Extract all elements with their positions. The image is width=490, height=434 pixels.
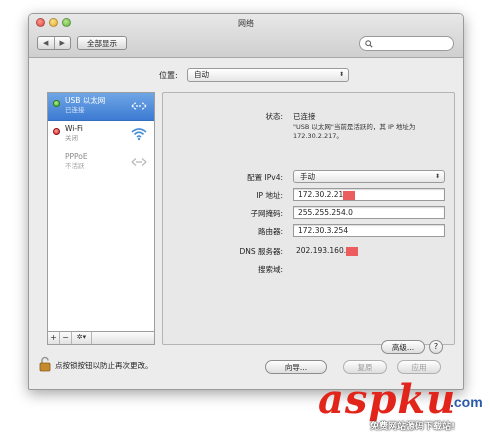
revert-button[interactable]: 复原 xyxy=(343,360,387,374)
status-dot-icon xyxy=(53,128,60,135)
redaction-mark xyxy=(343,190,356,200)
ip-address-label: IP 地址: xyxy=(256,191,283,200)
ip-address-value: 172.30.2.21 xyxy=(298,190,344,199)
search-icon xyxy=(365,39,373,48)
ethernet-arrows-icon xyxy=(131,155,147,169)
watermark-brand: aspku xyxy=(318,376,457,423)
router-field[interactable]: 172.30.3.254 xyxy=(293,224,445,237)
title-bar: 网络 ◀ ▶ 全部显示 xyxy=(29,14,463,58)
ethernet-arrows-icon xyxy=(131,99,147,113)
forward-button[interactable]: ▶ xyxy=(53,37,71,49)
status-value: 已连接 xyxy=(293,112,316,121)
redaction-mark xyxy=(346,246,359,256)
lock-hint-text: 点按锁按钮以防止再次更改。 xyxy=(55,361,153,370)
show-all-button[interactable]: 全部显示 xyxy=(77,36,127,50)
window-title: 网络 xyxy=(238,19,254,28)
add-service-button[interactable]: + xyxy=(48,332,60,344)
status-note: "USB 以太网"当前是活跃的，其 IP 地址为 172.30.2.217。 xyxy=(293,123,416,140)
location-value: 自动 xyxy=(194,70,209,79)
search-domains-label: 搜索域: xyxy=(257,265,283,274)
service-item-wifi[interactable]: Wi-Fi 关闭 xyxy=(48,121,154,149)
service-list: USB 以太网 已连接 Wi-Fi 关闭 PPPoE 不活跃 xyxy=(47,92,155,332)
advanced-button[interactable]: 高级... xyxy=(381,340,425,354)
configure-ipv4-select[interactable]: 手动 ⬍ xyxy=(293,170,445,183)
dns-server-label: DNS 服务器: xyxy=(239,247,283,256)
router-value: 172.30.3.254 xyxy=(298,226,349,235)
status-dot-icon xyxy=(53,100,60,107)
select-arrows-icon: ⬍ xyxy=(338,71,344,78)
status-label: 状态: xyxy=(265,112,283,121)
back-button[interactable]: ◀ xyxy=(38,37,54,49)
watermark-tagline: 免费网站源码下载站! xyxy=(370,422,456,432)
router-label: 路由器: xyxy=(257,227,283,236)
configure-ipv4-label: 配置 IPv4: xyxy=(247,173,283,182)
service-list-toolbar: + − ✲▾ xyxy=(47,332,155,345)
help-button[interactable]: ? xyxy=(429,340,443,354)
service-item-usb-ethernet[interactable]: USB 以太网 已连接 xyxy=(48,93,154,121)
watermark-tld: .com xyxy=(450,394,483,410)
subnet-mask-value: 255.255.254.0 xyxy=(298,208,353,217)
service-item-pppoe[interactable]: PPPoE 不活跃 xyxy=(48,149,154,177)
network-preferences-window: 网络 ◀ ▶ 全部显示 位置: 自动 ⬍ USB 以太网 已连接 Wi-Fi 关… xyxy=(28,13,464,390)
remove-service-button[interactable]: − xyxy=(60,332,72,344)
gear-menu-button[interactable]: ✲▾ xyxy=(72,332,92,344)
subnet-mask-field[interactable]: 255.255.254.0 xyxy=(293,206,445,219)
location-label: 位置: xyxy=(159,71,178,80)
apply-button[interactable]: 应用 xyxy=(397,360,441,374)
service-detail-panel: 状态: 已连接 "USB 以太网"当前是活跃的，其 IP 地址为 172.30.… xyxy=(162,92,455,354)
ip-address-field[interactable]: 172.30.2.21 xyxy=(293,188,445,201)
lock-icon[interactable] xyxy=(39,356,51,372)
wifi-icon xyxy=(131,127,147,141)
assist-me-button[interactable]: 向导... xyxy=(265,360,327,374)
dns-server-value[interactable]: 202.193.160. xyxy=(296,246,359,256)
back-forward-buttons: ◀ ▶ xyxy=(37,36,71,50)
configure-ipv4-value: 手动 xyxy=(300,172,315,181)
location-select[interactable]: 自动 ⬍ xyxy=(187,68,349,82)
search-field[interactable] xyxy=(359,36,454,51)
subnet-mask-label: 子网掩码: xyxy=(250,209,283,218)
site-watermark: aspku .com 免费网站源码下载站! xyxy=(318,378,488,434)
select-arrows-icon: ⬍ xyxy=(434,173,440,180)
